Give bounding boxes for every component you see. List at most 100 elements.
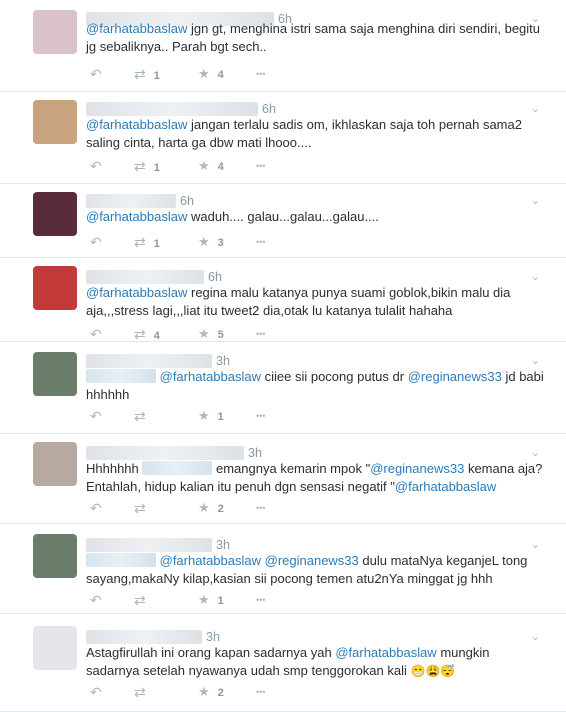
- user-name-blurred[interactable]: [86, 537, 212, 552]
- reply-icon[interactable]: ↶: [90, 234, 102, 251]
- tweet-header: 6h: [86, 100, 276, 116]
- more-options-icon[interactable]: ⌄: [531, 194, 540, 207]
- retweet-count: 1: [153, 70, 160, 82]
- tweet-item[interactable]: 6h ⌄ @farhatabbaslaw jangan terlalu sadis …: [0, 92, 566, 184]
- more-icon[interactable]: •••: [256, 503, 265, 513]
- tweet-timestamp[interactable]: 3h: [216, 538, 230, 552]
- reply-icon[interactable]: ↶: [90, 158, 102, 175]
- avatar[interactable]: [33, 534, 77, 578]
- more-icon[interactable]: •••: [256, 687, 265, 697]
- more-options-icon[interactable]: ⌄: [531, 538, 540, 551]
- mention-link[interactable]: @farhatabbaslaw: [86, 117, 187, 132]
- more-icon[interactable]: •••: [256, 237, 265, 247]
- reply-icon[interactable]: ↶: [90, 592, 102, 609]
- mention-link[interactable]: @farhatabbaslaw: [86, 21, 187, 36]
- retweet-button[interactable]: ⇄ 1: [134, 158, 160, 175]
- tweet-item[interactable]: 3h ⌄ Astagfirullah ini orang kapan sadarny…: [0, 614, 566, 712]
- mention-link[interactable]: @farhatabbaslaw: [86, 209, 187, 224]
- reply-icon[interactable]: ↶: [90, 326, 102, 343]
- user-name-blurred[interactable]: [86, 353, 212, 368]
- tweet-item[interactable]: 6h ⌄ @farhatabbaslaw jgn gt, menghina istr…: [0, 0, 566, 92]
- mention-link[interactable]: @farhatabbaslaw: [335, 645, 436, 660]
- tweet-timestamp[interactable]: 6h: [180, 194, 194, 208]
- favorite-count: 5: [217, 329, 224, 341]
- avatar[interactable]: [33, 100, 77, 144]
- avatar[interactable]: [33, 192, 77, 236]
- mention-blurred[interactable]: [142, 461, 213, 475]
- tweet-item[interactable]: 3h ⌄ @farhatabbaslaw @reginanews33 dulu m…: [0, 524, 566, 614]
- retweet-button[interactable]: ⇄ 1: [134, 66, 160, 83]
- more-options-icon[interactable]: ⌄: [531, 270, 540, 283]
- tweet-item[interactable]: 6h ⌄ @farhatabbaslaw waduh.... galau...gal…: [0, 184, 566, 258]
- tweet-text-segment: Astagfirullah ini orang kapan sadarnya y…: [86, 645, 336, 660]
- user-name-blurred[interactable]: [86, 101, 258, 116]
- tweet-header: 3h: [86, 628, 220, 644]
- favorite-button[interactable]: ★ 4: [198, 66, 224, 82]
- tweet-header: 3h: [86, 444, 262, 460]
- user-name-blurred[interactable]: [86, 193, 176, 208]
- more-icon[interactable]: •••: [256, 411, 265, 421]
- mention-link[interactable]: @farhatabbaslaw: [86, 285, 187, 300]
- mention-blurred[interactable]: [86, 553, 156, 567]
- mention-link[interactable]: @farhatabbaslaw: [160, 553, 261, 568]
- retweet-button[interactable]: ⇄ 1: [134, 234, 160, 251]
- favorite-button[interactable]: ★ 3: [198, 234, 224, 250]
- avatar[interactable]: [33, 266, 77, 310]
- favorite-button[interactable]: ★ 5: [198, 326, 224, 342]
- favorite-button[interactable]: ★ 2: [198, 500, 224, 516]
- more-options-icon[interactable]: ⌄: [531, 354, 540, 367]
- more-icon[interactable]: •••: [256, 595, 265, 605]
- more-options-icon[interactable]: ⌄: [531, 102, 540, 115]
- mention-link[interactable]: @farhatabbaslaw: [160, 369, 261, 384]
- retweet-icon: ⇄: [134, 66, 146, 82]
- mention-blurred[interactable]: [86, 369, 156, 383]
- avatar[interactable]: [33, 352, 77, 396]
- favorite-count: 4: [217, 161, 224, 173]
- favorite-count: 2: [217, 503, 224, 515]
- retweet-button[interactable]: ⇄: [134, 408, 154, 425]
- tweet-timestamp[interactable]: 6h: [208, 270, 222, 284]
- avatar[interactable]: [33, 626, 77, 670]
- tweet-item[interactable]: 3h ⌄ Hhhhhhh emangnya kemarin mpok "@regin…: [0, 434, 566, 524]
- mention-link[interactable]: @reginanews33: [408, 369, 502, 384]
- retweet-button[interactable]: ⇄: [134, 592, 154, 609]
- reply-icon[interactable]: ↶: [90, 500, 102, 517]
- reply-icon[interactable]: ↶: [90, 684, 102, 701]
- favorite-count: 1: [217, 411, 224, 423]
- retweet-button[interactable]: ⇄: [134, 684, 154, 701]
- retweet-button[interactable]: ⇄: [134, 500, 154, 517]
- star-icon: ★: [198, 500, 210, 515]
- user-name-blurred[interactable]: [86, 629, 202, 644]
- reply-icon[interactable]: ↶: [90, 408, 102, 425]
- tweet-timestamp[interactable]: 3h: [248, 446, 262, 460]
- star-icon: ★: [198, 158, 210, 173]
- favorite-button[interactable]: ★ 1: [198, 408, 224, 424]
- more-options-icon[interactable]: ⌄: [531, 446, 540, 459]
- reply-icon[interactable]: ↶: [90, 66, 102, 83]
- mention-link[interactable]: @reginanews33: [265, 553, 359, 568]
- mention-link[interactable]: @reginanews33: [370, 461, 464, 476]
- mention-link[interactable]: @farhatabbaslaw: [395, 479, 496, 494]
- avatar[interactable]: [33, 10, 77, 54]
- tweet-header: 6h: [86, 268, 222, 284]
- tweet-item[interactable]: 6h ⌄ @farhatabbaslaw regina malu katanya p…: [0, 258, 566, 342]
- more-icon[interactable]: •••: [256, 69, 265, 79]
- star-icon: ★: [198, 408, 210, 423]
- more-icon[interactable]: •••: [256, 161, 265, 171]
- tweet-timestamp[interactable]: 3h: [216, 354, 230, 368]
- avatar[interactable]: [33, 442, 77, 486]
- star-icon: ★: [198, 684, 210, 699]
- tweet-timestamp[interactable]: 6h: [262, 102, 276, 116]
- tweet-timestamp[interactable]: 3h: [206, 630, 220, 644]
- more-icon[interactable]: •••: [256, 329, 265, 339]
- emoji: 😁: [410, 664, 426, 678]
- favorite-button[interactable]: ★ 1: [198, 592, 224, 608]
- tweet-text-segment: Hhhhhhh: [86, 461, 143, 476]
- retweet-button[interactable]: ⇄ 4: [134, 326, 160, 343]
- favorite-button[interactable]: ★ 4: [198, 158, 224, 174]
- favorite-button[interactable]: ★ 2: [198, 684, 224, 700]
- user-name-blurred[interactable]: [86, 269, 204, 284]
- more-options-icon[interactable]: ⌄: [531, 630, 540, 643]
- user-name-blurred[interactable]: [86, 445, 244, 460]
- tweet-item[interactable]: 3h ⌄ @farhatabbaslaw ciiee sii pocong put…: [0, 342, 566, 434]
